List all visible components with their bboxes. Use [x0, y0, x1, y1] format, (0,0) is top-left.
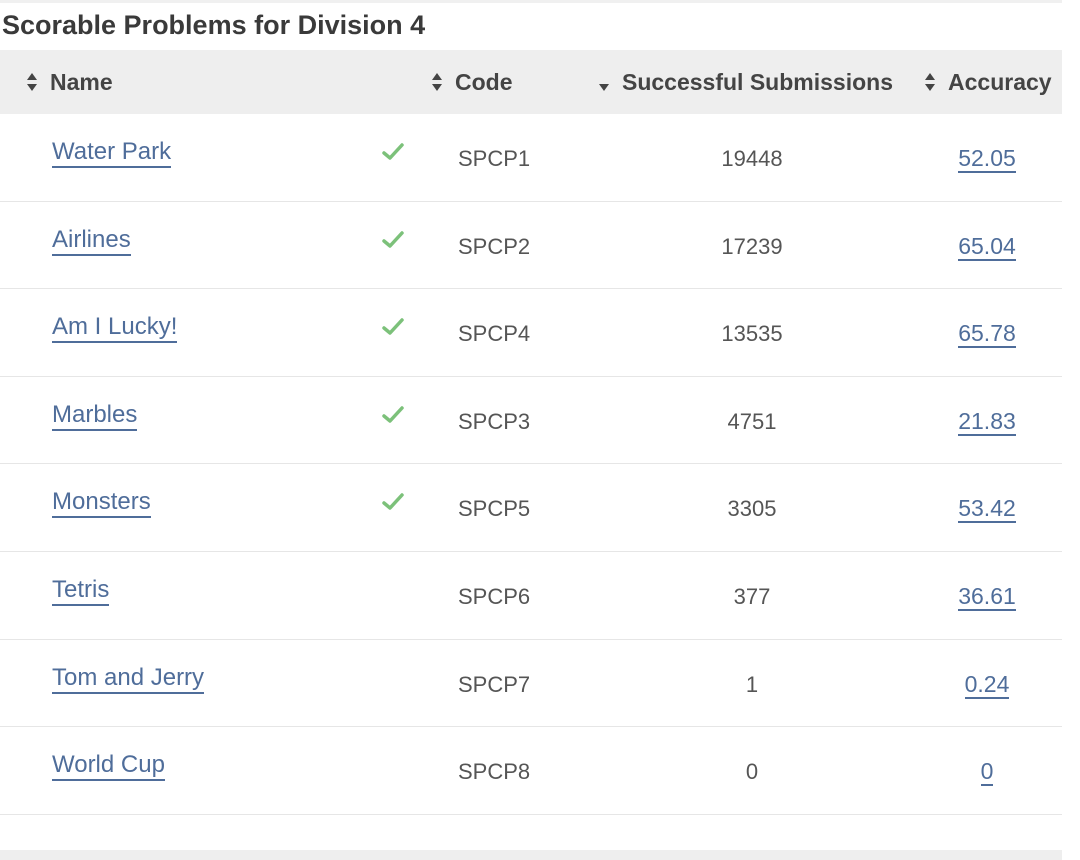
solved-check-icon [382, 493, 404, 511]
problem-name-link[interactable]: Monsters [52, 488, 151, 519]
problem-code: SPCP4 [458, 321, 531, 347]
table-row: World Cup SPCP8 0 0 [0, 727, 1062, 815]
sort-descending-icon [598, 73, 610, 91]
solved-check-icon [382, 143, 404, 160]
accuracy-cell: 36.61 [930, 582, 1044, 611]
sort-icon [924, 73, 936, 91]
problem-code: SPCP5 [458, 496, 531, 522]
top-divider [0, 0, 1062, 3]
accuracy-cell: 65.78 [930, 319, 1044, 349]
column-header-accuracy-label: Accuracy [948, 68, 1052, 95]
column-header-name-label: Name [50, 68, 113, 95]
problem-name-link[interactable]: Airlines [52, 226, 131, 256]
problem-code: SPCP6 [458, 583, 531, 609]
problems-table: Name Code Successful Submissions Accurac… [0, 50, 1062, 815]
table-header: Name Code Successful Submissions Accurac… [0, 50, 1062, 114]
accuracy-link[interactable]: 21.83 [958, 407, 1016, 436]
successful-submissions: 13535 [721, 321, 783, 347]
sort-icon [431, 73, 443, 91]
footer-band [0, 850, 1062, 860]
accuracy-cell: 0 [930, 757, 1044, 787]
column-header-submissions-label: Successful Submissions [622, 68, 893, 95]
successful-submissions: 19448 [721, 146, 783, 171]
solved-check-icon [382, 318, 404, 335]
problem-name-link[interactable]: Water Park [52, 138, 172, 168]
table-body: Water Park SPCP1 19448 52.05 Airlines SP… [0, 114, 1062, 815]
successful-submissions: 1 [745, 671, 759, 697]
column-header-code[interactable]: Code [431, 50, 513, 114]
accuracy-cell: 21.83 [930, 407, 1044, 436]
problem-code: SPCP2 [458, 233, 531, 259]
solved-check-icon [382, 230, 404, 248]
table-row: Monsters SPCP5 3305 53.42 [0, 464, 1062, 552]
problem-code: SPCP8 [458, 759, 531, 785]
accuracy-cell: 65.04 [930, 232, 1044, 261]
column-header-code-label: Code [455, 68, 513, 95]
solved-check-icon [382, 406, 404, 423]
problem-name-link[interactable]: Tom and Jerry [52, 664, 205, 694]
problem-code: SPCP7 [458, 671, 531, 697]
accuracy-link[interactable]: 53.42 [958, 495, 1016, 524]
problem-name-link[interactable]: Tetris [52, 576, 110, 606]
problem-name-link[interactable]: Marbles [52, 401, 138, 431]
accuracy-link[interactable]: 0 [980, 758, 994, 787]
problem-code: SPCP1 [458, 146, 531, 171]
accuracy-link[interactable]: 65.04 [958, 232, 1016, 261]
problem-code: SPCP3 [458, 408, 531, 434]
accuracy-cell: 0.24 [930, 670, 1044, 699]
table-row: Water Park SPCP1 19448 52.05 [0, 114, 1062, 202]
table-row: Tetris SPCP6 377 36.61 [0, 552, 1062, 640]
successful-submissions: 17239 [721, 233, 783, 259]
accuracy-link[interactable]: 65.78 [958, 320, 1016, 349]
successful-submissions: 3305 [727, 496, 777, 522]
accuracy-link[interactable]: 0.24 [964, 670, 1010, 699]
problem-name-link[interactable]: World Cup [52, 751, 165, 782]
page-title: Scorable Problems for Division 4 [2, 10, 426, 40]
table-row: Tom and Jerry SPCP7 1 0.24 [0, 640, 1062, 728]
successful-submissions: 0 [745, 759, 759, 785]
accuracy-link[interactable]: 52.05 [958, 145, 1016, 173]
column-header-accuracy[interactable]: Accuracy [924, 50, 1052, 114]
column-header-name[interactable]: Name [26, 50, 113, 114]
successful-submissions: 4751 [727, 408, 777, 434]
sort-icon [26, 73, 38, 91]
accuracy-link[interactable]: 36.61 [958, 582, 1016, 611]
column-header-submissions[interactable]: Successful Submissions [598, 50, 893, 114]
problem-name-link[interactable]: Am I Lucky! [52, 313, 178, 344]
successful-submissions: 377 [733, 583, 771, 609]
table-row: Am I Lucky! SPCP4 13535 65.78 [0, 289, 1062, 377]
accuracy-cell: 53.42 [930, 494, 1044, 524]
table-row: Marbles SPCP3 4751 21.83 [0, 377, 1062, 465]
table-row: Airlines SPCP2 17239 65.04 [0, 202, 1062, 290]
accuracy-cell: 52.05 [930, 144, 1044, 173]
